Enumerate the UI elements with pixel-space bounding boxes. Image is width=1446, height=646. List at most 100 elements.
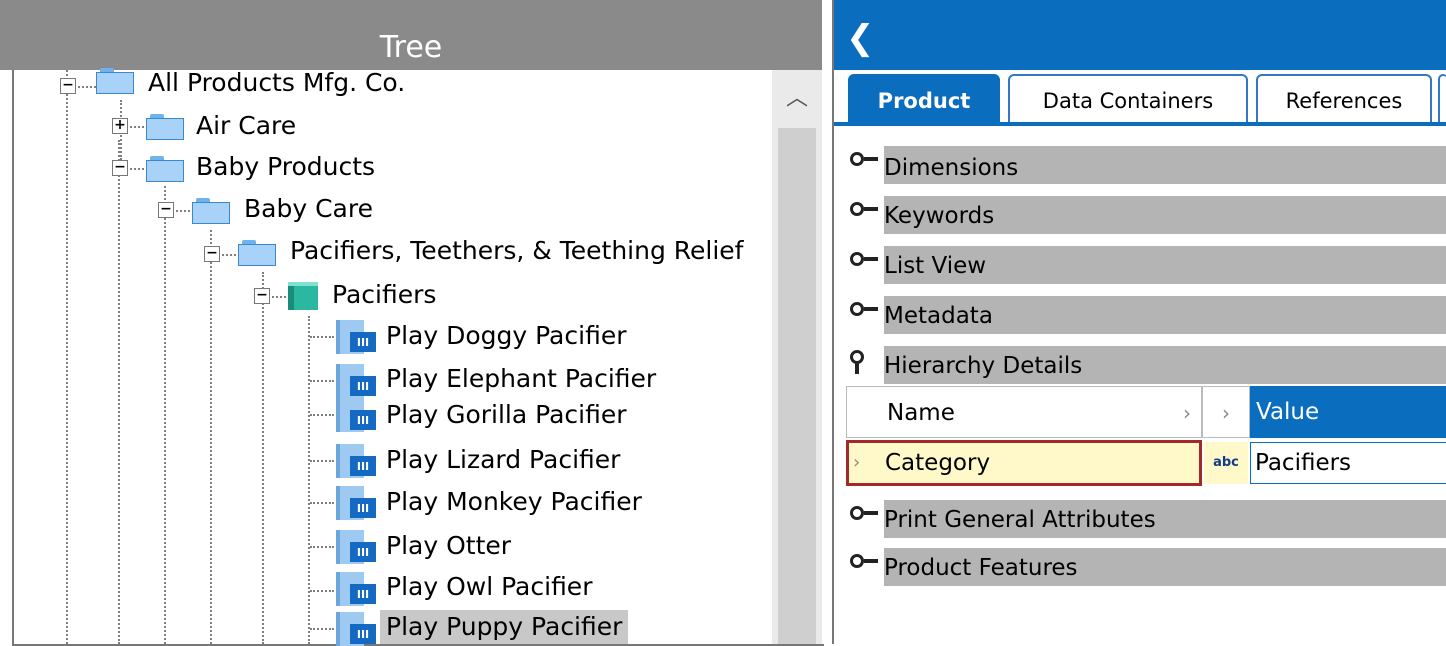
tree-node-pacifiers-teethers[interactable]: Pacifiers, Teethers, & Teething Relief (290, 234, 743, 268)
grid-header-name-label: Name (887, 400, 955, 426)
product-icon-text: III (350, 410, 376, 430)
tree-connector (310, 590, 334, 592)
tree-node-baby-care[interactable]: Baby Care (244, 192, 373, 226)
folder-icon (146, 114, 184, 140)
category-cube-icon (288, 282, 320, 310)
section-keywords[interactable]: Keywords (884, 196, 994, 236)
collapse-toggle-icon[interactable]: − (158, 202, 174, 218)
tree-connector (310, 336, 334, 338)
section-metadata[interactable]: Metadata (884, 296, 993, 336)
tree-node-air-care[interactable]: Air Care (196, 109, 296, 143)
folder-icon (96, 68, 134, 94)
tab-overflow[interactable] (1438, 74, 1446, 124)
section-hierarchy-details[interactable]: Hierarchy Details (884, 346, 1082, 386)
collapse-toggle-icon[interactable]: − (254, 288, 270, 304)
detail-panel: ❮ Product Data Containers References Dim… (832, 0, 1446, 644)
grid-header-value-label: Value (1256, 399, 1320, 425)
product-icon-text: III (350, 542, 376, 562)
tree-guide-line (308, 316, 310, 644)
tree-connector (272, 296, 286, 298)
expand-toggle-icon[interactable]: + (112, 118, 128, 134)
tree-connector (310, 460, 334, 462)
product-icon: III (336, 572, 380, 606)
expand-section-icon[interactable] (850, 150, 882, 174)
section-dimensions[interactable]: Dimensions (884, 148, 1018, 188)
folder-icon (238, 240, 276, 266)
tree-node-play-doggy[interactable]: Play Doggy Pacifier (386, 319, 626, 353)
back-chevron-icon[interactable]: ❮ (846, 18, 876, 58)
product-icon-text: III (350, 624, 376, 644)
section-print-general-attributes[interactable]: Print General Attributes (884, 500, 1156, 540)
text-type-badge-icon: abc (1204, 442, 1248, 484)
tab-data-containers[interactable]: Data Containers (1008, 74, 1248, 124)
tree-guide-line (66, 70, 68, 644)
grid-header-value[interactable]: Value (1250, 386, 1446, 438)
tree-node-play-monkey[interactable]: Play Monkey Pacifier (386, 485, 642, 519)
product-icon: III (336, 444, 380, 478)
tree-node-play-elephant[interactable]: Play Elephant Pacifier (386, 362, 656, 396)
tree-node-all-products[interactable]: All Products Mfg. Co. (148, 66, 405, 100)
product-icon: III (336, 398, 380, 432)
grid-cell-value-text: Pacifiers (1255, 450, 1352, 476)
expand-section-icon[interactable] (850, 504, 882, 528)
collapse-toggle-icon[interactable]: − (60, 78, 76, 94)
tree-connector (310, 380, 334, 382)
tree-title: Tree (379, 30, 443, 65)
expand-section-icon[interactable] (850, 250, 882, 274)
expand-section-icon[interactable] (850, 300, 882, 324)
tree-connector (310, 628, 334, 630)
product-icon-text: III (350, 332, 376, 352)
grid-row-category[interactable]: › Category (846, 440, 1202, 486)
tree-node-baby-products[interactable]: Baby Products (196, 150, 375, 184)
collapse-toggle-icon[interactable]: − (112, 160, 128, 176)
tree-guide-line (164, 186, 166, 644)
grid-header-name[interactable]: Name › (846, 386, 1202, 438)
tree-connector (222, 254, 236, 256)
scrollbar-thumb[interactable] (778, 128, 816, 644)
tab-references[interactable]: References (1256, 74, 1432, 124)
folder-icon (192, 198, 230, 224)
tree-node-play-lizard[interactable]: Play Lizard Pacifier (386, 443, 620, 477)
tree-connector (310, 414, 334, 416)
tree-node-play-owl[interactable]: Play Owl Pacifier (386, 570, 592, 604)
product-icon-text: III (350, 376, 376, 396)
tree-node-play-gorilla[interactable]: Play Gorilla Pacifier (386, 398, 627, 432)
expand-section-icon[interactable] (850, 552, 882, 576)
product-icon-text: III (350, 498, 376, 518)
product-icon: III (336, 364, 380, 398)
tree-connector (176, 210, 190, 212)
tree-connector (130, 168, 144, 170)
tree-panel: Tree − All Products Mfg. Co. + Air Care … (0, 0, 824, 646)
section-product-features[interactable]: Product Features (884, 548, 1078, 588)
tab-strip-underline (834, 122, 1446, 126)
collapse-toggle-icon[interactable]: − (204, 246, 220, 262)
tree-header: Tree (0, 0, 822, 70)
section-list-view[interactable]: List View (884, 246, 986, 286)
row-chevron-icon: › (853, 452, 861, 473)
tree-connector (130, 126, 144, 128)
tree-connector (310, 502, 334, 504)
tree-node-play-otter[interactable]: Play Otter (386, 529, 511, 563)
product-icon-text: III (350, 584, 376, 604)
product-icon-text: III (350, 456, 376, 476)
product-icon: III (336, 530, 380, 564)
chevron-right-icon: › (1183, 401, 1191, 425)
folder-icon (146, 156, 184, 182)
tree-node-pacifiers[interactable]: Pacifiers (332, 278, 436, 312)
tree-node-play-puppy[interactable]: Play Puppy Pacifier (380, 610, 629, 644)
tree-guide-line (210, 230, 212, 644)
grid-cell-name: Category (885, 450, 991, 476)
tree-guide-line (118, 140, 120, 644)
tree-connector (310, 546, 334, 548)
grid-cell-value[interactable]: Pacifiers (1250, 442, 1446, 484)
product-icon: III (336, 486, 380, 520)
collapse-section-icon[interactable] (850, 348, 882, 374)
tab-product[interactable]: Product (848, 74, 1000, 124)
chevron-right-icon: › (1202, 386, 1250, 438)
tree-guide-line (262, 272, 264, 644)
product-icon: III (336, 612, 380, 646)
scroll-up-chevron-icon[interactable]: ︿ (772, 70, 822, 128)
hierarchy-details-grid: Name › › Value › Category abc Pacifiers (846, 386, 1446, 492)
tree-scrollbar[interactable]: ︿ (772, 70, 822, 644)
expand-section-icon[interactable] (850, 200, 882, 224)
